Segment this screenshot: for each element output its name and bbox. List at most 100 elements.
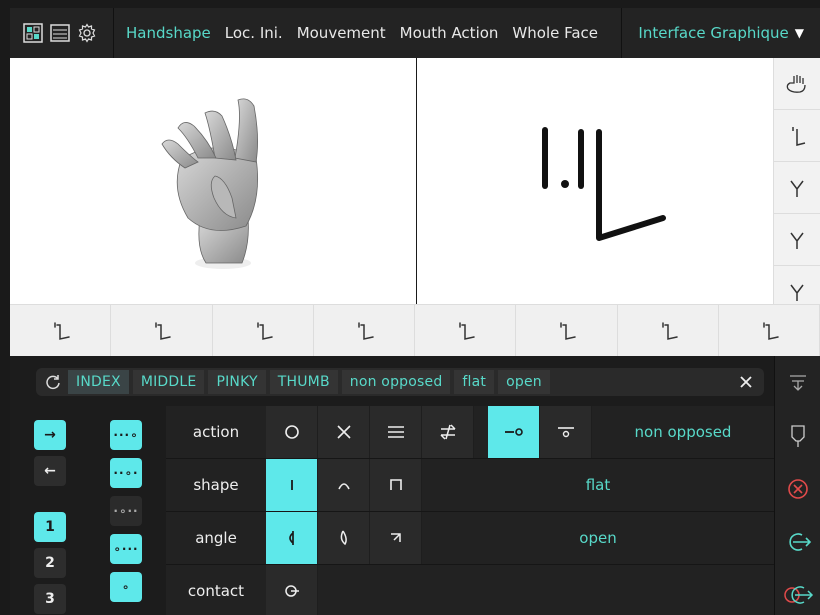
filter-chip-open[interactable]: open: [498, 370, 550, 394]
number-3-button[interactable]: 3: [34, 584, 66, 614]
corner-angle-icon: [390, 533, 401, 542]
list-icon[interactable]: [49, 23, 70, 44]
tab-mouvement[interactable]: Mouvement: [297, 24, 386, 42]
cross-arrows-option[interactable]: [422, 406, 474, 458]
filter-chip-index[interactable]: INDEX: [68, 370, 129, 394]
line-dot-option[interactable]: [488, 406, 540, 458]
refresh-icon[interactable]: [42, 371, 64, 393]
symbol-history-item[interactable]: [618, 305, 719, 356]
circle-icon: [284, 425, 299, 439]
finger-pos-4-button[interactable]: ∘···: [110, 534, 142, 564]
straight-shape-option[interactable]: [266, 459, 318, 511]
hook-symbol-icon: [256, 321, 273, 340]
arrow-right-button[interactable]: →: [34, 420, 66, 450]
side-item-hook[interactable]: [774, 110, 820, 162]
symbol-history-item[interactable]: [111, 305, 213, 356]
contact-row: contact: [166, 565, 774, 615]
bent-shape-option[interactable]: [370, 459, 422, 511]
number-1-button[interactable]: 1: [34, 512, 66, 542]
fork-symbol-icon: [790, 232, 804, 249]
half-circle-angle-icon: [288, 531, 294, 545]
delete-icon[interactable]: [775, 462, 820, 515]
angle-mid-option[interactable]: [318, 512, 370, 564]
triple-bar-icon: [387, 426, 404, 438]
side-item-fork-1[interactable]: [774, 162, 820, 214]
symbol-history-item[interactable]: [516, 305, 618, 356]
symbol-history-item[interactable]: [719, 305, 820, 356]
contact-arrow-icon: [284, 585, 299, 597]
circle-option[interactable]: [266, 406, 318, 458]
symbol-history-item[interactable]: [314, 305, 415, 356]
leaf-angle-icon: [340, 530, 347, 546]
curve-shape-option[interactable]: [318, 459, 370, 511]
hand-3d-illustration: [161, 98, 258, 269]
export-icon[interactable]: [775, 515, 820, 568]
gear-icon[interactable]: [76, 23, 97, 44]
symbol-history-item[interactable]: [213, 305, 314, 356]
side-item-hand[interactable]: [774, 58, 820, 110]
filter-chip-pinky[interactable]: PINKY: [208, 370, 266, 394]
filter-bar: INDEX MIDDLE PINKY THUMB non opposed fla…: [36, 368, 764, 396]
angle-row: angle open: [166, 512, 774, 565]
close-icon[interactable]: [736, 372, 756, 392]
cross-option[interactable]: [318, 406, 370, 458]
finger-pos-2-button[interactable]: ··∘·: [110, 458, 142, 488]
toolbar-icons: [10, 8, 114, 58]
filter-chip-non-opposed[interactable]: non opposed: [341, 370, 451, 394]
language-dropdown[interactable]: Interface Graphique ▼: [621, 8, 820, 58]
number-2-button[interactable]: 2: [34, 548, 66, 578]
fork-symbol-icon: [790, 180, 804, 197]
symbol-history-item[interactable]: [415, 305, 517, 356]
side-item-fork-2[interactable]: [774, 214, 820, 266]
property-grid: action non opposed shape flat angle open…: [166, 406, 774, 615]
hand-down-icon[interactable]: [775, 409, 820, 462]
chevron-down-icon: ▼: [794, 26, 804, 40]
notation-preview-panel: [417, 58, 773, 304]
hook-symbol-icon: [358, 321, 374, 340]
row-label-action: action: [166, 406, 266, 458]
hand-preview-panel: [10, 58, 416, 304]
language-label: Interface Graphique: [638, 24, 789, 42]
angle-open-option[interactable]: [266, 512, 318, 564]
shape-row: shape flat: [166, 459, 774, 512]
tab-whole-face[interactable]: Whole Face: [512, 24, 598, 42]
grid-square-icon[interactable]: [22, 23, 43, 44]
tab-handshape[interactable]: Handshape: [126, 24, 211, 42]
tab-loc-ini[interactable]: Loc. Ini.: [225, 24, 283, 42]
action-row: action non opposed: [166, 406, 774, 459]
hook-symbol-icon: [763, 321, 779, 340]
filter-chip-middle[interactable]: MIDDLE: [132, 370, 205, 394]
arch-icon: [337, 483, 350, 490]
hook-symbol-icon: [155, 321, 172, 340]
tab-mouth-action[interactable]: Mouth Action: [400, 24, 499, 42]
editor-panel: INDEX MIDDLE PINKY THUMB non opposed fla…: [10, 356, 820, 615]
hook-symbol-icon: [792, 126, 806, 146]
line-dot-icon: [504, 428, 523, 436]
action-value: non opposed: [592, 406, 774, 458]
finger-position-column: ···∘ ··∘· ·∘·· ∘··· ∘: [110, 420, 144, 610]
replace-export-icon[interactable]: [775, 568, 820, 615]
symbol-history-strip: [10, 304, 820, 356]
hook-symbol-icon: [54, 321, 70, 340]
symbol-history-item[interactable]: [10, 305, 112, 356]
finger-pos-3-button[interactable]: ·∘··: [110, 496, 142, 526]
bracket-icon: [389, 479, 402, 490]
line-under-dot-option[interactable]: [540, 406, 592, 458]
arrow-left-button[interactable]: ←: [34, 456, 66, 486]
triple-bar-option[interactable]: [370, 406, 422, 458]
row-label-contact: contact: [166, 565, 266, 615]
variant-side-list: [773, 58, 820, 318]
line-under-dot-icon: [557, 427, 574, 438]
direction-number-column: → ← 1 2 3: [34, 420, 68, 615]
contact-option[interactable]: [266, 565, 318, 615]
angle-closed-option[interactable]: [370, 512, 422, 564]
tab-bar: Handshape Loc. Ini. Mouvement Mouth Acti…: [114, 8, 621, 58]
filter-chip-thumb[interactable]: THUMB: [269, 370, 338, 394]
top-bar: Handshape Loc. Ini. Mouvement Mouth Acti…: [10, 8, 820, 58]
finger-pos-5-button[interactable]: ∘: [110, 572, 142, 602]
cross-arrows-icon: [439, 424, 456, 440]
finger-pos-1-button[interactable]: ···∘: [110, 420, 142, 450]
filter-chip-flat[interactable]: flat: [454, 370, 495, 394]
collapse-icon[interactable]: [775, 356, 820, 409]
shape-value: flat: [422, 459, 774, 511]
